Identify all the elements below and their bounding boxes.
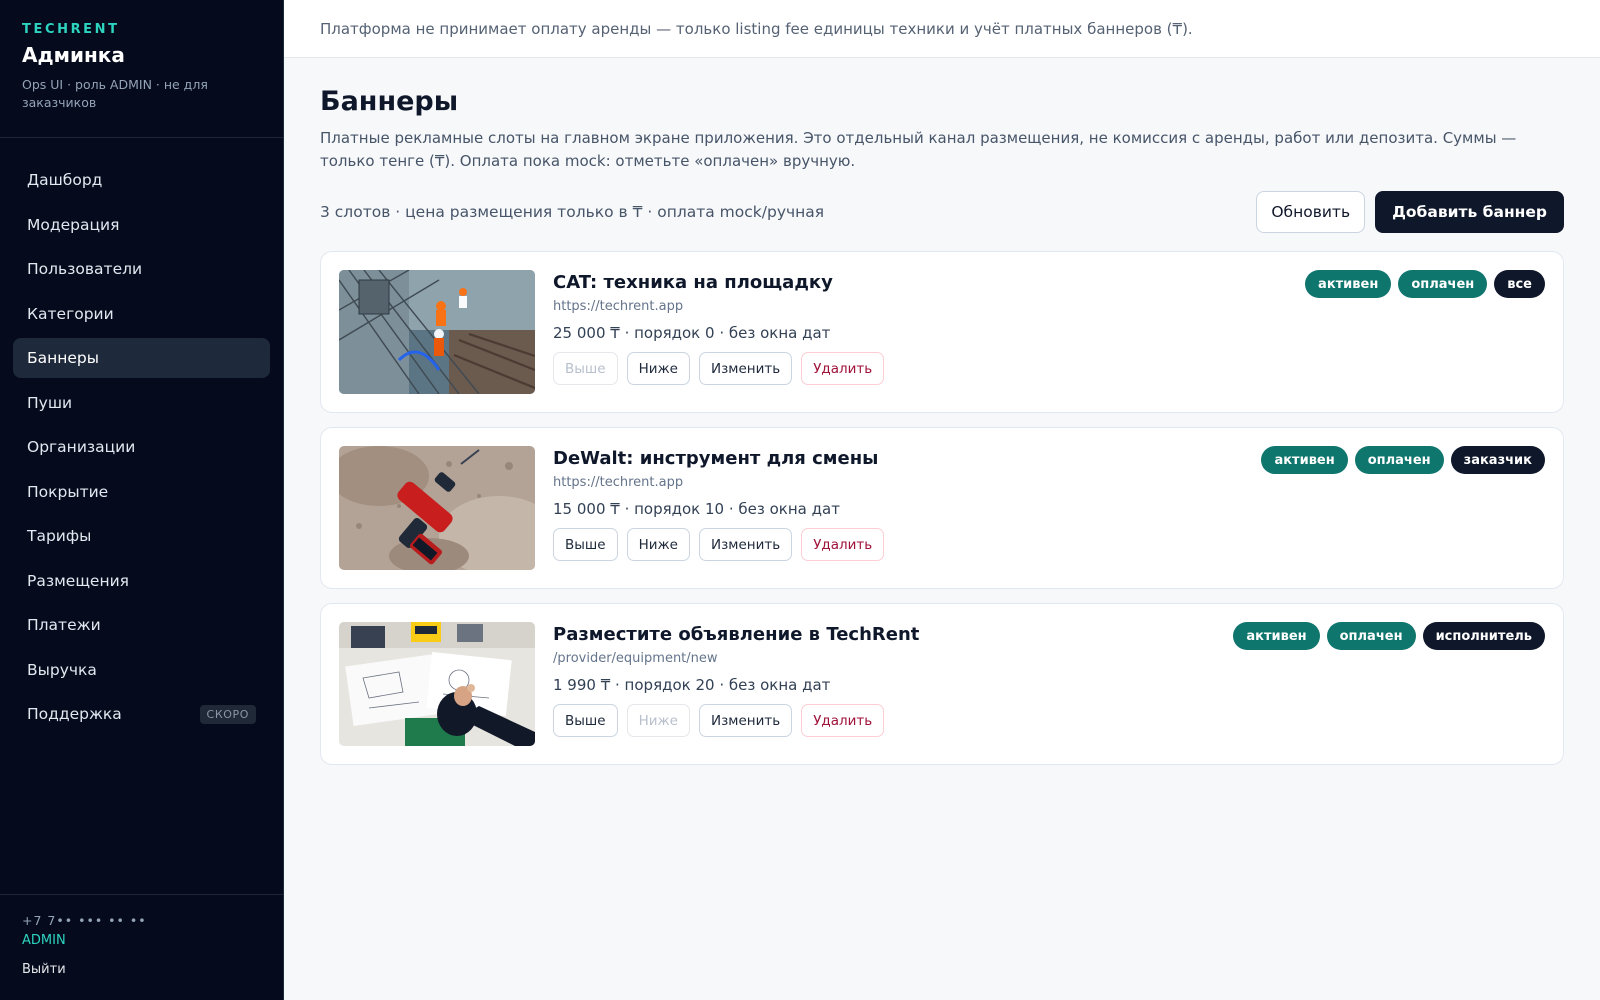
sidebar-item-label: Пуши xyxy=(27,393,73,412)
sidebar-item-label: Покрытие xyxy=(27,482,109,501)
toolbar: 3 слотов · цена размещения только в ₸ · … xyxy=(320,191,1564,233)
audience-badge: все xyxy=(1494,270,1545,298)
soon-badge: СКОРО xyxy=(199,704,256,724)
brand-title: Админка xyxy=(22,43,125,67)
move-up-button[interactable]: Выше xyxy=(553,704,618,737)
sidebar-item-label: Дашборд xyxy=(27,171,103,189)
banner-meta: 1 990 ₸ · порядок 20 · без окна дат xyxy=(553,676,831,694)
banner-badges: активен оплачен все xyxy=(1305,270,1545,298)
banner-url: https://techrent.app xyxy=(553,299,684,314)
brand-block: TECHRENT Админка Ops UI · роль ADMIN · н… xyxy=(0,0,283,138)
banner-card: CAT: техника на площадку https://techren… xyxy=(320,251,1564,413)
sidebar-item-label: Платежи xyxy=(27,616,101,634)
banner-image-construction-svg xyxy=(339,270,535,394)
banner-image-construction xyxy=(339,270,535,394)
sidebar-item-label: Баннеры xyxy=(27,349,100,367)
sidebar-item-payments[interactable]: Платежи xyxy=(13,605,270,645)
banner-url: /provider/equipment/new xyxy=(553,651,718,666)
delete-button[interactable]: Удалить xyxy=(801,528,885,561)
sidebar-item-label: Организации xyxy=(27,438,136,456)
payment-badge: оплачен xyxy=(1326,622,1416,650)
banner-image-drill xyxy=(339,446,535,570)
sidebar-item-revenue[interactable]: Выручка xyxy=(13,650,270,690)
banner-card: Разместите объявление в TechRent /provid… xyxy=(320,603,1564,765)
sidebar-item-placements[interactable]: Размещения xyxy=(13,561,270,601)
logout-link[interactable]: Выйти xyxy=(22,962,261,977)
sidebar-item-label: Тарифы xyxy=(27,527,92,545)
sidebar-nav: Дашборд Модерация Пользователи Категории… xyxy=(0,138,283,894)
sidebar-footer: +7 7•• ••• •• •• ADMIN Выйти xyxy=(0,894,283,1000)
sidebar-item-coverage[interactable]: Покрытие xyxy=(13,472,270,512)
status-badge: активен xyxy=(1233,622,1320,650)
main-area: Платформа не принимает оплату аренды — т… xyxy=(284,0,1600,1000)
user-role: ADMIN xyxy=(22,933,66,948)
status-badge: активен xyxy=(1261,446,1348,474)
sidebar-item-label: Пользователи xyxy=(27,260,143,278)
banner-badges: активен оплачен исполнитель xyxy=(1233,622,1545,650)
toolbar-actions: Обновить Добавить баннер xyxy=(1256,191,1564,233)
sidebar-item-label: Выручка xyxy=(27,660,97,679)
banner-badges: активен оплачен заказчик xyxy=(1261,446,1545,474)
move-down-button[interactable]: Ниже xyxy=(626,352,690,385)
move-up-button: Выше xyxy=(553,352,618,385)
sidebar-item-banners[interactable]: Баннеры xyxy=(13,338,270,378)
page-description: Платные рекламные слоты на главном экран… xyxy=(320,129,1517,170)
sidebar-item-dashboard[interactable]: Дашборд xyxy=(13,160,270,200)
platform-notice: Платформа не принимает оплату аренды — т… xyxy=(284,0,1600,58)
refresh-button[interactable]: Обновить xyxy=(1256,191,1366,233)
banner-meta: 15 000 ₸ · порядок 10 · без окна дат xyxy=(553,500,840,518)
banner-image-drill-svg xyxy=(339,446,535,570)
sidebar-item-support[interactable]: Поддержка СКОРО xyxy=(13,694,270,734)
sidebar-item-tariffs[interactable]: Тарифы xyxy=(13,516,270,556)
banner-image-workshop xyxy=(339,622,535,746)
move-down-button: Ниже xyxy=(626,704,690,737)
slots-summary: 3 слотов · цена размещения только в ₸ · … xyxy=(320,203,825,221)
banner-meta: 25 000 ₸ · порядок 0 · без окна дат xyxy=(553,324,831,342)
sidebar-item-pushes[interactable]: Пуши xyxy=(13,383,270,423)
sidebar-item-organizations[interactable]: Организации xyxy=(13,427,270,467)
sidebar-item-users[interactable]: Пользователи xyxy=(13,249,270,289)
sidebar-item-label: Размещения xyxy=(27,571,129,590)
user-phone: +7 7•• ••• •• •• xyxy=(22,913,147,928)
move-down-button[interactable]: Ниже xyxy=(626,528,690,561)
edit-button[interactable]: Изменить xyxy=(699,704,793,737)
page-title: Баннеры xyxy=(320,86,459,117)
sidebar-item-label: Поддержка xyxy=(27,705,122,723)
banner-image-workshop-svg xyxy=(339,622,535,746)
audience-badge: исполнитель xyxy=(1422,622,1545,650)
payment-badge: оплачен xyxy=(1398,270,1488,298)
add-banner-button[interactable]: Добавить баннер xyxy=(1375,191,1564,233)
status-badge: активен xyxy=(1305,270,1392,298)
banner-url: https://techrent.app xyxy=(553,475,684,490)
sidebar: TECHRENT Админка Ops UI · роль ADMIN · н… xyxy=(0,0,284,1000)
sidebar-item-moderation[interactable]: Модерация xyxy=(13,205,270,245)
banner-actions: Выше Ниже Изменить Удалить xyxy=(553,528,1545,561)
delete-button[interactable]: Удалить xyxy=(801,352,885,385)
sidebar-item-label: Модерация xyxy=(27,215,120,234)
edit-button[interactable]: Изменить xyxy=(699,528,793,561)
sidebar-item-label: Категории xyxy=(27,304,114,323)
move-up-button[interactable]: Выше xyxy=(553,528,618,561)
payment-badge: оплачен xyxy=(1354,446,1444,474)
banner-actions: Выше Ниже Изменить Удалить xyxy=(553,352,1545,385)
delete-button[interactable]: Удалить xyxy=(801,704,885,737)
banner-card: DeWalt: инструмент для смены https://tec… xyxy=(320,427,1564,589)
banner-actions: Выше Ниже Изменить Удалить xyxy=(553,704,1545,737)
brand-subtitle: Ops UI · роль ADMIN · не для заказчиков xyxy=(22,77,208,110)
audience-badge: заказчик xyxy=(1450,446,1545,474)
sidebar-item-categories[interactable]: Категории xyxy=(13,294,270,334)
page-content: Баннеры Платные рекламные слоты на главн… xyxy=(284,58,1600,779)
brand-kicker: TECHRENT xyxy=(22,22,120,37)
edit-button[interactable]: Изменить xyxy=(699,352,793,385)
